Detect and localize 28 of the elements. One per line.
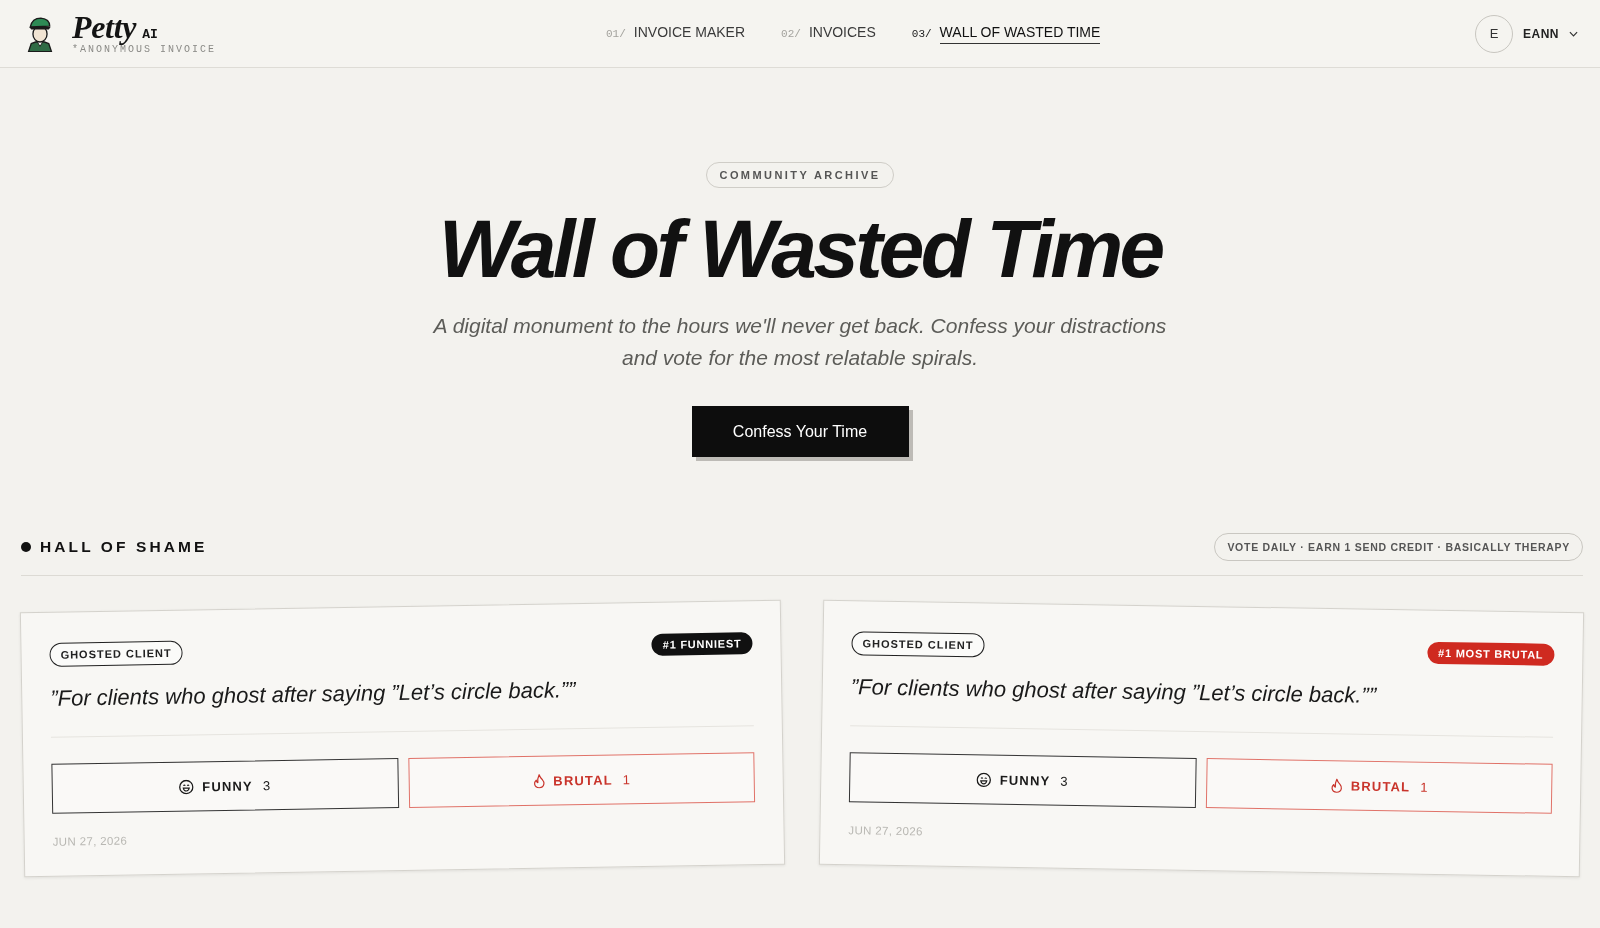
brand-suffix: AI <box>142 27 158 42</box>
flame-icon <box>532 773 546 789</box>
bullet-dot-icon <box>21 542 31 552</box>
rank-badge: #1 MOST BRUTAL <box>1426 641 1555 666</box>
vote-button[interactable]: BRUTAL 1 <box>407 752 756 808</box>
card-date: JUN 27, 2026 <box>52 833 129 848</box>
nav-link[interactable]: 02/ INVOICES <box>781 23 876 44</box>
user-menu[interactable]: E EANN <box>1475 14 1578 53</box>
nav-link[interactable]: 01/ INVOICE MAKER <box>606 23 746 44</box>
vote-button[interactable]: FUNNY 3 <box>848 752 1197 808</box>
person-with-cap-icon <box>25 15 55 52</box>
flame-icon <box>1329 777 1343 793</box>
smiley-icon <box>976 771 992 788</box>
page-subtitle: A digital monument to the hours we'll never get back. Confess your distractions and vote for the most relatable spirals. <box>431 313 1168 371</box>
section-title: HALL OF SHAME <box>40 538 208 556</box>
chevron-down-icon <box>1569 30 1578 37</box>
confession-quote: ”For clients who ghost after saying ”Let’s circle back.”” <box>850 673 1378 710</box>
card-date: JUN 27, 2026 <box>848 824 924 840</box>
page-title: Wall of Wasted Time <box>438 202 1162 296</box>
vote-button[interactable]: FUNNY 3 <box>51 758 399 814</box>
vote-button[interactable]: BRUTAL 1 <box>1205 758 1553 814</box>
smiley-icon <box>179 778 195 795</box>
category-tag: GHOSTED CLIENT <box>851 631 985 658</box>
rank-badge: #1 FUNNIEST <box>651 632 753 656</box>
nav-link[interactable]: 03/ WALL OF WASTED TIME <box>911 23 1101 44</box>
confession-quote: ”For clients who ghost after saying ”Let’s circle back.”” <box>50 676 577 713</box>
brand-tagline: *ANONYMOUS INVOICE <box>72 44 217 55</box>
category-tag: GHOSTED CLIENT <box>49 640 183 667</box>
